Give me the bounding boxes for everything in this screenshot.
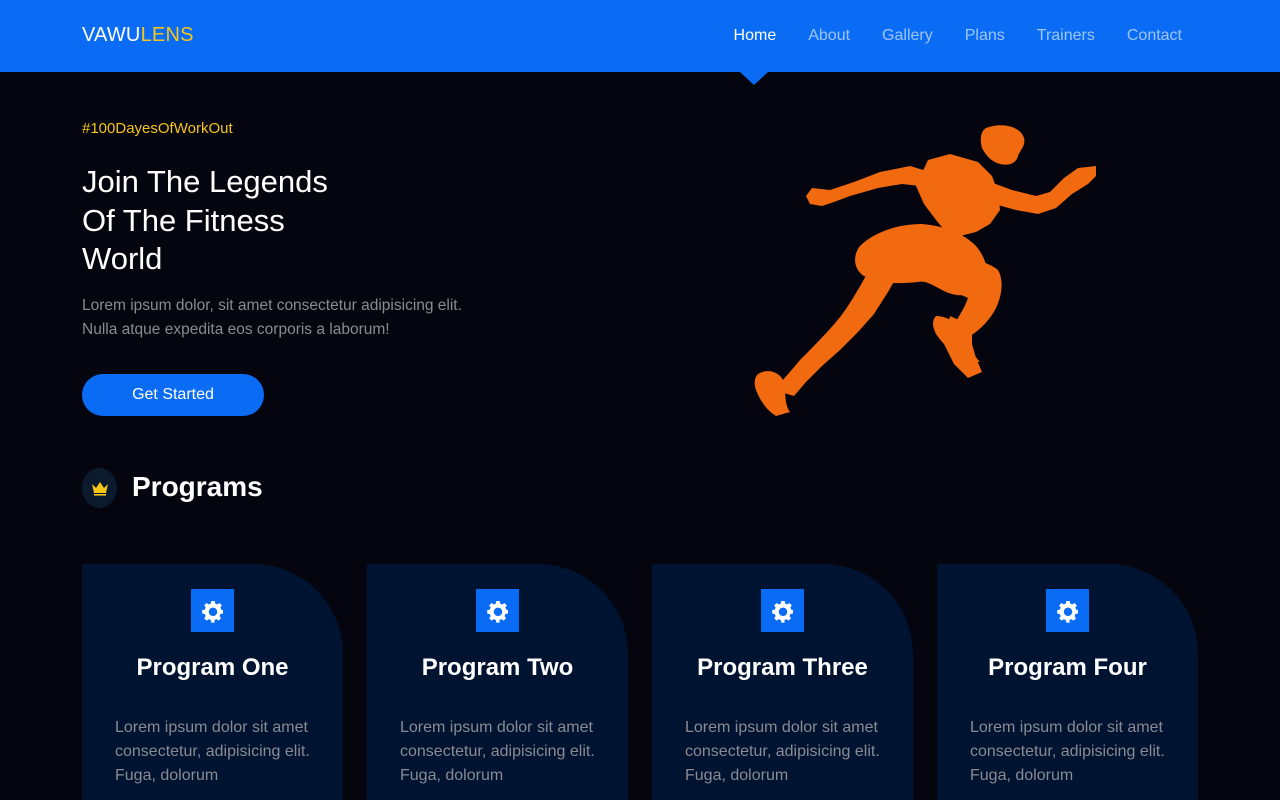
program-icon-badge [476, 589, 519, 632]
nav-link-contact[interactable]: Contact [1127, 27, 1182, 45]
nav-link-trainers[interactable]: Trainers [1037, 27, 1095, 45]
hero-title: Join The Legends Of The Fitness World [82, 163, 402, 279]
gear-icon [1056, 600, 1078, 623]
program-icon-badge [761, 589, 804, 632]
crown-icon [91, 482, 108, 496]
program-card[interactable]: Program Three Lorem ipsum dolor sit amet… [652, 564, 913, 800]
nav-link-home[interactable]: Home [734, 27, 777, 45]
nav-link-gallery[interactable]: Gallery [882, 27, 933, 45]
nav-link-about[interactable]: About [808, 27, 850, 45]
program-card[interactable]: Program Four Lorem ipsum dolor sit amet … [937, 564, 1198, 800]
hero-description: Lorem ipsum dolor, sit amet consectetur … [82, 294, 502, 342]
hero-description-line: Lorem ipsum dolor, sit amet consectetur … [82, 297, 462, 314]
hero-title-line: Of The Fitness [82, 202, 285, 238]
program-icon-badge [1046, 589, 1089, 632]
program-title: Program Four [988, 654, 1147, 681]
hero-description-line: Nulla atque expedita eos corporis a labo… [82, 321, 390, 338]
gear-icon [486, 600, 508, 623]
gear-icon [771, 600, 793, 623]
program-title: Program One [136, 654, 289, 681]
program-title: Program Two [421, 654, 574, 681]
runner-illustration [754, 125, 1096, 416]
program-description: Lorem ipsum dolor sit amet consectetur, … [970, 719, 1165, 784]
program-card[interactable]: Program Two Lorem ipsum dolor sit amet c… [367, 564, 628, 800]
program-description: Lorem ipsum dolor sit amet consectetur, … [115, 719, 310, 784]
hero-title-line: Join The Legends [82, 164, 328, 199]
nav-links: Home About Gallery Plans Trainers Contac… [702, 0, 1182, 72]
active-nav-indicator [740, 72, 768, 85]
get-started-button[interactable]: Get Started [82, 374, 264, 416]
program-description: Lorem ipsum dolor sit amet consectetur, … [685, 719, 880, 784]
brand-logo[interactable]: VAWULENS [82, 24, 194, 47]
nav-link-plans[interactable]: Plans [965, 27, 1005, 45]
hero-tagline: #100DayesOfWorkOut [82, 120, 233, 137]
brand-part-1: VAWU [82, 24, 141, 46]
program-icon-badge [191, 589, 234, 632]
hero-title-line: World [82, 241, 163, 276]
program-description: Lorem ipsum dolor sit amet consectetur, … [400, 719, 595, 784]
crown-badge [82, 468, 117, 508]
programs-title: Programs [132, 471, 263, 502]
program-card[interactable]: Program One Lorem ipsum dolor sit amet c… [82, 564, 343, 800]
gear-icon [201, 600, 223, 623]
navbar: VAWULENS Home About Gallery Plans Traine… [0, 0, 1280, 72]
brand-part-2: LENS [140, 24, 194, 46]
program-title: Program Three [697, 654, 868, 681]
